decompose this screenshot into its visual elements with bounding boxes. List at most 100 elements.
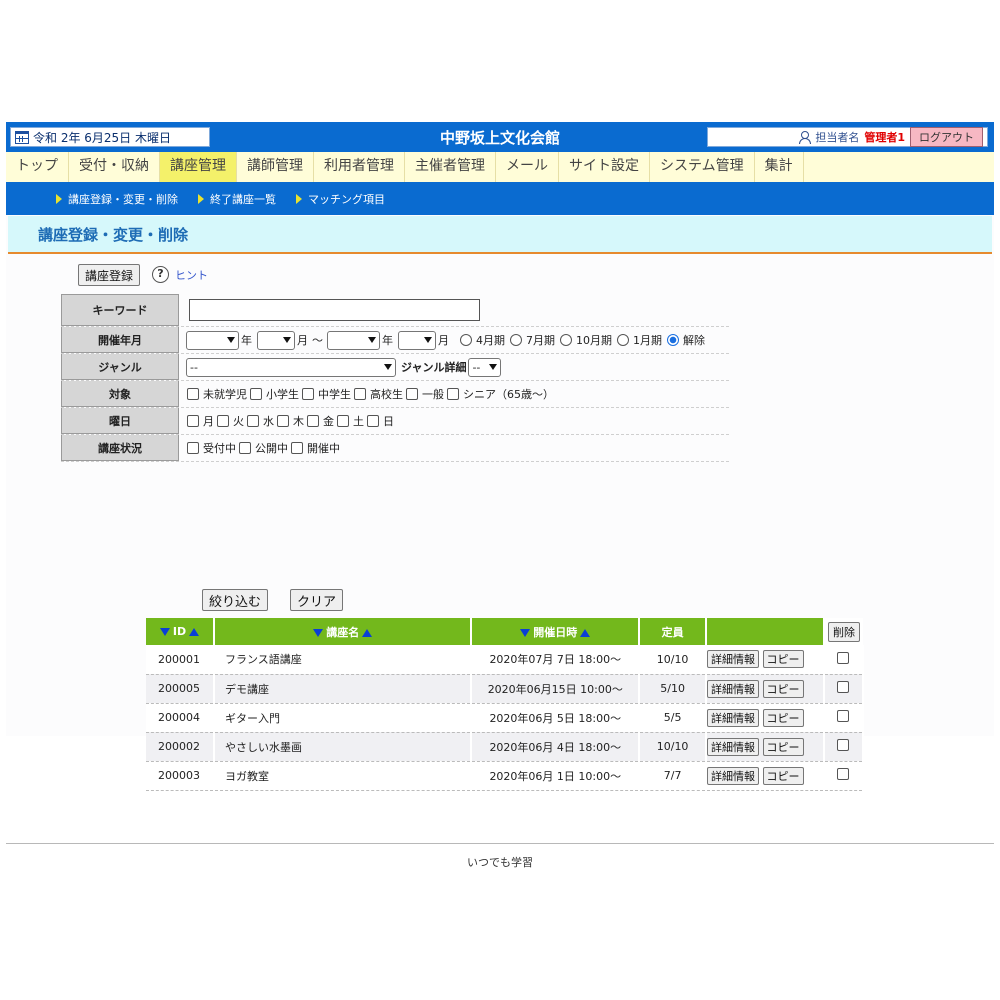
genre-detail-value: -- (472, 360, 481, 374)
hint-link[interactable]: ? ヒント (152, 266, 208, 283)
course-id: 200003 (146, 761, 215, 791)
delete-button[interactable]: 削除 (828, 621, 860, 642)
detail-button[interactable]: 詳細情報 (707, 766, 760, 785)
weekday-checkbox-fri[interactable] (307, 415, 319, 427)
id-header-label: ID (172, 625, 187, 638)
nav-item-reception[interactable]: 受付・収納 (69, 152, 160, 182)
course-date: 2020年06月 5日 18:00～ (471, 703, 641, 733)
end-year-select[interactable] (327, 330, 380, 350)
clear-button[interactable]: クリア (290, 589, 344, 611)
course-table: ID 講座名 開催日時 定員 削除 200001 フランス語講座 2020年07… (146, 618, 864, 791)
course-date: 2020年06月15日 10:00～ (471, 674, 641, 704)
page-title: 講座登録・変更・削除 (8, 216, 992, 254)
subnav-label: 講座登録・変更・削除 (68, 192, 178, 206)
copy-button[interactable]: コピー (762, 650, 804, 669)
keyword-label: キーワード (61, 294, 179, 326)
filter-button[interactable]: 絞り込む (202, 589, 269, 611)
quarter-radio-jul[interactable] (510, 334, 522, 346)
row-checkbox[interactable] (837, 768, 849, 780)
sort-desc-icon[interactable] (159, 628, 170, 636)
start-year-select[interactable] (186, 330, 239, 350)
nav-item-stats[interactable]: 集計 (755, 152, 804, 182)
target-checkbox-senior[interactable] (447, 388, 459, 400)
genre-detail-select[interactable]: -- (468, 357, 502, 377)
row-checkbox[interactable] (837, 739, 849, 751)
quarter-radio-clear[interactable] (667, 334, 679, 346)
subnav-finished-courses[interactable]: 終了講座一覧 (198, 191, 276, 207)
course-id: 200001 (146, 645, 215, 675)
status-checkbox-published[interactable] (239, 442, 251, 454)
course-id: 200002 (146, 732, 215, 762)
subnav-course-edit[interactable]: 講座登録・変更・削除 (56, 191, 178, 207)
status-checkbox-accepting[interactable] (187, 442, 199, 454)
period-label: 開催年月 (61, 327, 179, 353)
sort-asc-icon[interactable] (189, 628, 200, 636)
course-capacity: 5/5 (639, 703, 708, 733)
subnav-label: 終了講座一覧 (210, 192, 276, 206)
subnav-matching[interactable]: マッチング項目 (296, 191, 385, 207)
status-checkbox-in-session[interactable] (291, 442, 303, 454)
target-checkbox-elementary[interactable] (250, 388, 262, 400)
nav-item-site-settings[interactable]: サイト設定 (559, 152, 650, 182)
target-checkbox-preschool[interactable] (187, 388, 199, 400)
sort-asc-icon[interactable] (580, 628, 591, 637)
course-capacity: 10/10 (639, 732, 708, 762)
row-select (824, 703, 864, 733)
row-actions: 詳細情報 コピー (706, 674, 825, 704)
detail-button[interactable]: 詳細情報 (707, 737, 760, 756)
target-checkbox-high-school[interactable] (354, 388, 366, 400)
nav-item-system[interactable]: システム管理 (650, 152, 755, 182)
search-form: キーワード 開催年月 年 月 ～ 年 月 4月期 7月期 10月期 1月期 解除… (61, 294, 729, 462)
detail-button[interactable]: 詳細情報 (707, 708, 760, 727)
nav-item-mail[interactable]: メール (496, 152, 559, 182)
weekday-checkbox-thu[interactable] (277, 415, 289, 427)
nav-item-course[interactable]: 講座管理 (160, 152, 237, 182)
end-month-select[interactable] (398, 330, 436, 350)
quarter-radio-oct[interactable] (560, 334, 572, 346)
quarter-radio-jan[interactable] (617, 334, 629, 346)
genre-select[interactable]: -- (186, 357, 396, 377)
target-option: 一般 (422, 388, 444, 401)
detail-button[interactable]: 詳細情報 (707, 650, 760, 669)
target-option: 高校生 (370, 388, 403, 401)
app-frame: 令和 2年 6月25日 木曜日 中野坂上文化会館 担当者名 管理者1 ログアウト… (6, 122, 994, 791)
row-checkbox[interactable] (837, 710, 849, 722)
keyword-input[interactable] (189, 299, 480, 321)
footer-text: いつでも学習 (467, 856, 533, 869)
course-date: 2020年06月 4日 18:00～ (471, 732, 641, 762)
form-row-keyword: キーワード (61, 294, 729, 327)
row-checkbox[interactable] (837, 681, 849, 693)
weekday-option: 木 (293, 415, 304, 428)
copy-button[interactable]: コピー (762, 679, 804, 698)
row-select (824, 674, 864, 704)
copy-button[interactable]: コピー (762, 708, 804, 727)
weekday-checkbox-sat[interactable] (337, 415, 349, 427)
weekday-option: 火 (233, 415, 244, 428)
target-checkbox-general[interactable] (406, 388, 418, 400)
table-row: 200001 フランス語講座 2020年07月 7日 18:00～ 10/10 … (146, 645, 864, 675)
quarter-radio-apr[interactable] (460, 334, 472, 346)
row-actions: 詳細情報 コピー (706, 732, 825, 762)
row-checkbox[interactable] (837, 651, 849, 664)
form-row-genre: ジャンル -- ジャンル詳細 -- (61, 354, 729, 381)
sort-desc-icon[interactable] (520, 628, 531, 637)
nav-item-users[interactable]: 利用者管理 (314, 152, 405, 182)
sort-desc-icon[interactable] (313, 628, 324, 637)
start-month-select[interactable] (257, 330, 295, 350)
target-checkbox-junior-high[interactable] (302, 388, 314, 400)
status-option: 受付中 (203, 442, 236, 455)
detail-button[interactable]: 詳細情報 (707, 679, 760, 698)
weekday-checkbox-tue[interactable] (217, 415, 229, 427)
register-course-button[interactable]: 講座登録 (78, 264, 141, 286)
sort-asc-icon[interactable] (362, 628, 373, 637)
staff-name: 管理者1 (864, 131, 905, 144)
nav-item-instructor[interactable]: 講師管理 (237, 152, 314, 182)
nav-item-top[interactable]: トップ (6, 152, 69, 182)
copy-button[interactable]: コピー (762, 766, 804, 785)
weekday-checkbox-wed[interactable] (247, 415, 259, 427)
copy-button[interactable]: コピー (762, 737, 804, 756)
weekday-checkbox-sun[interactable] (367, 415, 379, 427)
logout-button[interactable]: ログアウト (910, 127, 983, 147)
weekday-checkbox-mon[interactable] (187, 415, 199, 427)
nav-item-organizer[interactable]: 主催者管理 (405, 152, 496, 182)
